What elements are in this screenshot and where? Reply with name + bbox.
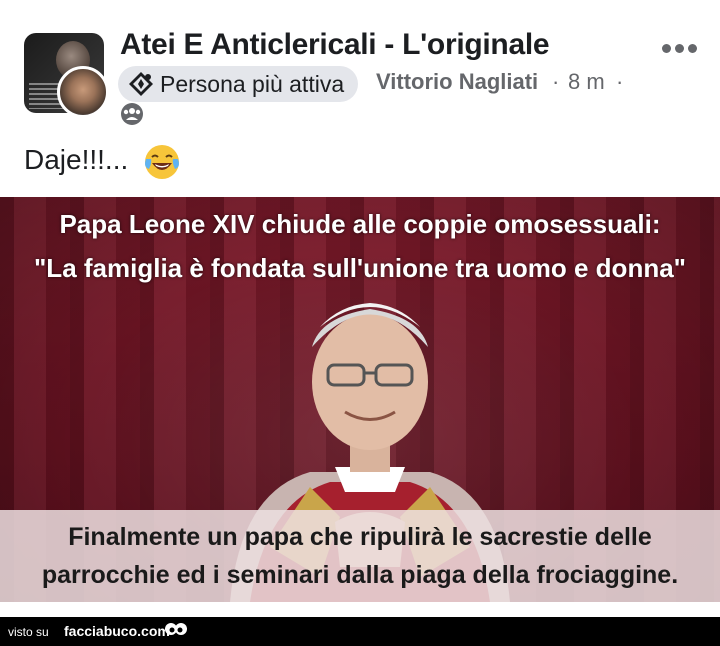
top-contributor-badge[interactable]: Persona più attiva <box>118 66 359 102</box>
post-time[interactable]: 8 m <box>568 69 605 95</box>
more-options-icon[interactable] <box>660 40 700 56</box>
headline-line: "La famiglia è fondata sull'unione tra u… <box>33 253 686 283</box>
group-name[interactable]: Atei E Anticlericali - L'originale <box>120 28 550 62</box>
post-header: Atei E Anticlericali - L'originale Perso… <box>0 0 720 179</box>
author-avatar[interactable] <box>57 66 109 118</box>
author-name[interactable]: Vittorio Nagliati <box>376 69 538 95</box>
separator-dot: · <box>552 69 560 94</box>
tears-of-joy-emoji-icon <box>145 145 179 179</box>
separator-dot: · <box>616 69 624 94</box>
post-text: Daje!!!... <box>24 144 129 175</box>
caption-line: parrocchie ed i seminari dalla piaga del… <box>41 561 679 589</box>
watermark-site[interactable]: facciabuco.com <box>64 623 170 639</box>
caption-line: Finalmente un papa che ripulirà le sacre… <box>68 523 652 551</box>
image-caption: Finalmente un papa che ripulirà le sacre… <box>0 518 720 594</box>
eyes-logo-icon <box>165 623 187 635</box>
top-contributor-icon <box>129 72 153 96</box>
image-headline: Papa Leone XIV chiude alle coppie omoses… <box>0 202 720 290</box>
post-image[interactable]: Papa Leone XIV chiude alle coppie omoses… <box>0 197 720 602</box>
watermark-footer: visto su facciabuco.com <box>0 617 720 646</box>
headline-line: Papa Leone XIV chiude alle coppie omoses… <box>59 209 661 239</box>
watermark-prefix: visto su <box>8 625 49 639</box>
group-audience-icon[interactable] <box>120 102 144 126</box>
badge-label: Persona più attiva <box>160 70 345 97</box>
